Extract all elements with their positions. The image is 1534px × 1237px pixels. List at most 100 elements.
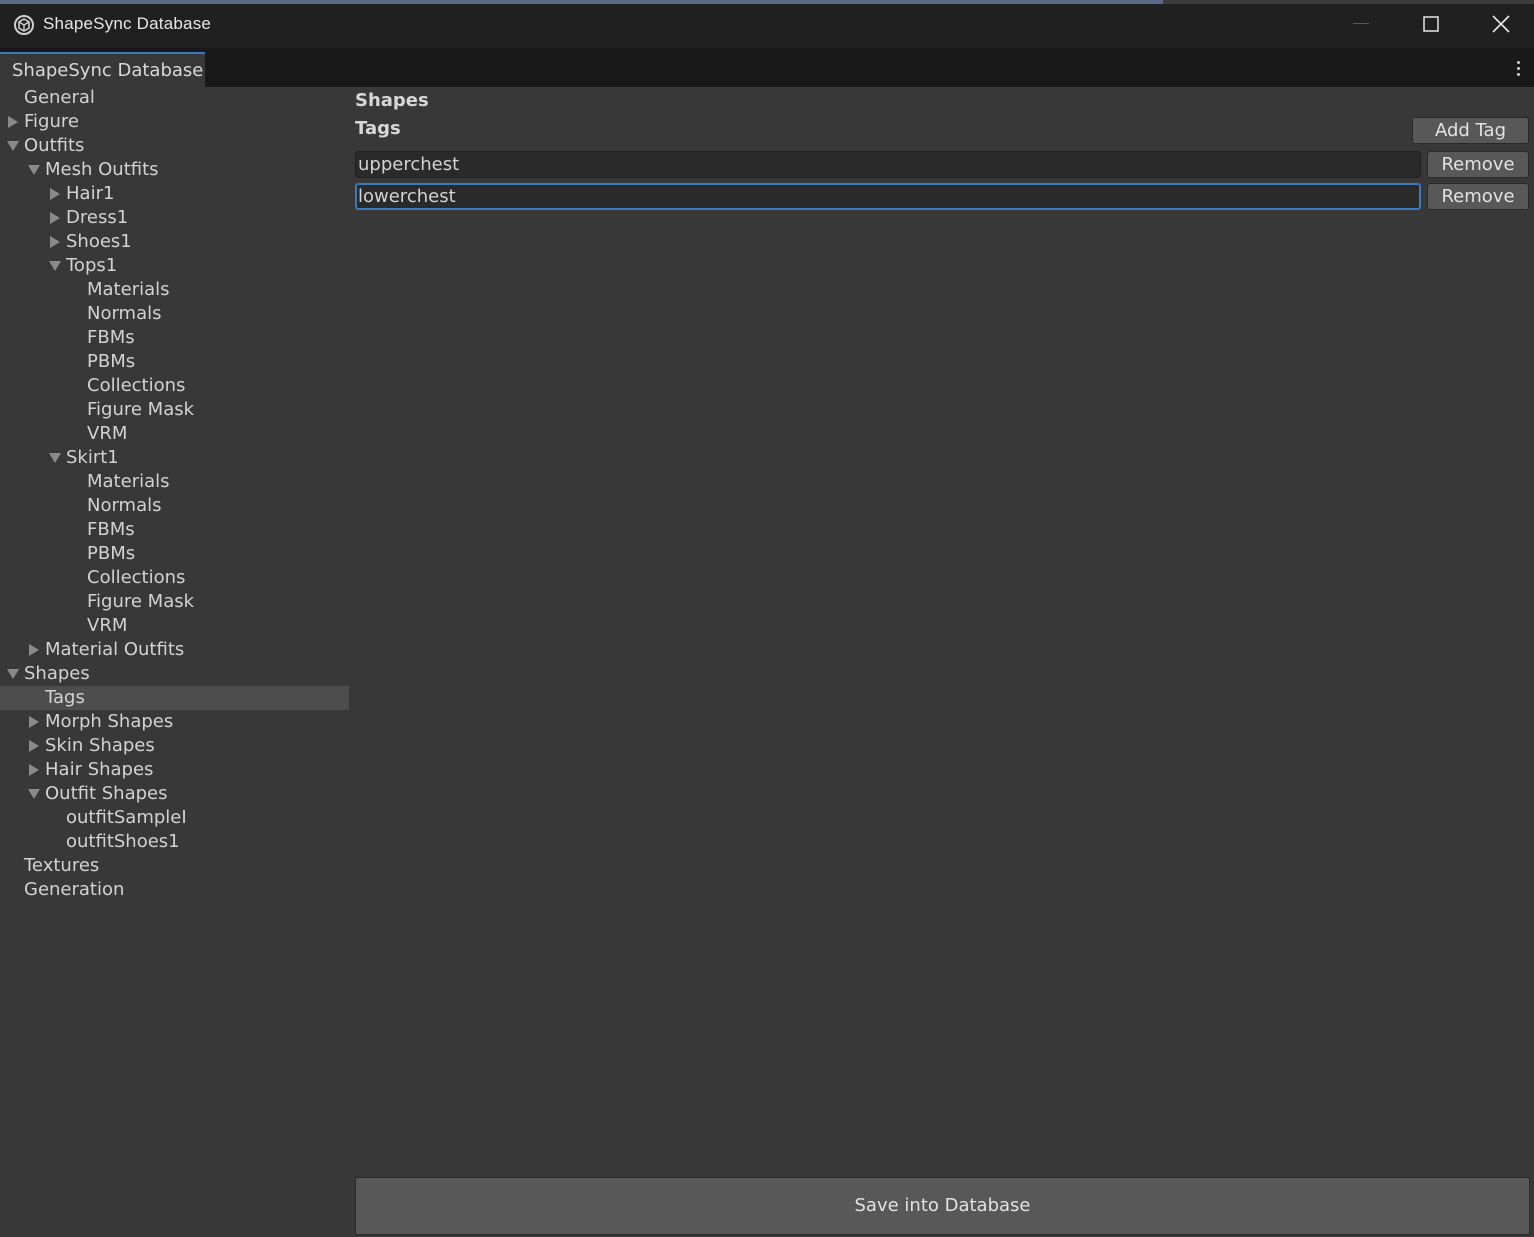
tree-item[interactable]: Tags xyxy=(0,686,349,710)
tree-item-label: Collections xyxy=(87,375,186,396)
add-tag-button[interactable]: Add Tag xyxy=(1412,117,1529,144)
tree-item[interactable]: FBMs xyxy=(0,326,349,350)
tree-item[interactable]: Materials xyxy=(0,278,349,302)
tree-item-label: Normals xyxy=(87,303,162,324)
expand-arrow-right-icon[interactable] xyxy=(6,110,20,134)
tag-input[interactable] xyxy=(355,151,1421,178)
tree-item-label: Dress1 xyxy=(66,207,129,228)
tree-item-label: Tops1 xyxy=(66,255,118,276)
tree-item-label: Figure Mask xyxy=(87,591,195,612)
navigation-tree: General Figure Outfits Mesh Outfits Hair1 Dre… xyxy=(0,86,349,902)
tree-item[interactable]: Hair1 xyxy=(0,182,349,206)
tree-item[interactable]: Mesh Outfits xyxy=(0,158,349,182)
tree-item-label: General xyxy=(24,87,95,108)
tree-item-label: Shoes1 xyxy=(66,231,132,252)
expand-arrow-down-icon[interactable] xyxy=(27,782,41,806)
expand-arrow-down-icon[interactable] xyxy=(27,158,41,182)
tree-item-label: Skin Shapes xyxy=(45,735,155,756)
tab-strip: ShapeSync Database xyxy=(0,48,1534,87)
tree-item[interactable]: Figure Mask xyxy=(0,590,349,614)
tree-item[interactable]: Morph Shapes xyxy=(0,710,349,734)
tree-item[interactable]: Shapes xyxy=(0,662,349,686)
tree-item[interactable]: Collections xyxy=(0,566,349,590)
tag-input[interactable] xyxy=(355,183,1421,210)
title-bar-accent-line xyxy=(0,0,1163,4)
tree-item-label: FBMs xyxy=(87,327,135,348)
tree-item[interactable]: FBMs xyxy=(0,518,349,542)
expand-arrow-right-icon[interactable] xyxy=(48,230,62,254)
expand-arrow-down-icon[interactable] xyxy=(6,662,20,686)
tree-item-label: Figure xyxy=(24,111,79,132)
tree-item[interactable]: Material Outfits xyxy=(0,638,349,662)
tree-item[interactable]: Collections xyxy=(0,374,349,398)
minimize-button[interactable] xyxy=(1326,0,1396,48)
tree-item[interactable]: Textures xyxy=(0,854,349,878)
tree-item-label: Materials xyxy=(87,471,170,492)
tree-item[interactable]: Normals xyxy=(0,302,349,326)
title-bar: ShapeSync Database xyxy=(0,0,1534,48)
unity-app-icon xyxy=(13,14,35,36)
remove-tag-button[interactable]: Remove xyxy=(1427,151,1529,178)
tree-item-label: outfitSampleI xyxy=(66,807,187,828)
tree-item[interactable]: VRM xyxy=(0,422,349,446)
tree-item-label: VRM xyxy=(87,423,128,444)
tree-item-label: Morph Shapes xyxy=(45,711,174,732)
tree-item[interactable]: outfitShoes1 xyxy=(0,830,349,854)
save-into-database-button[interactable]: Save into Database xyxy=(355,1177,1530,1235)
tree-item-label: Tags xyxy=(45,687,85,708)
expand-arrow-right-icon[interactable] xyxy=(48,206,62,230)
tree-item-label: Hair1 xyxy=(66,183,115,204)
tree-item-label: VRM xyxy=(87,615,128,636)
expand-arrow-down-icon[interactable] xyxy=(6,134,20,158)
close-icon xyxy=(1492,15,1510,33)
tree-item[interactable]: Outfit Shapes xyxy=(0,782,349,806)
tree-item-label: Mesh Outfits xyxy=(45,159,159,180)
tree-item-label: Generation xyxy=(24,879,125,900)
maximize-button[interactable] xyxy=(1396,0,1466,48)
expand-arrow-right-icon[interactable] xyxy=(27,734,41,758)
tree-item[interactable]: Dress1 xyxy=(0,206,349,230)
tree-item-label: Outfit Shapes xyxy=(45,783,168,804)
window-title: ShapeSync Database xyxy=(43,14,212,33)
expand-arrow-right-icon[interactable] xyxy=(48,182,62,206)
expand-arrow-down-icon[interactable] xyxy=(48,254,62,278)
tree-item[interactable]: General xyxy=(0,86,349,110)
tree-item[interactable]: Shoes1 xyxy=(0,230,349,254)
tree-item-label: Shapes xyxy=(24,663,90,684)
tree-item-label: Collections xyxy=(87,567,186,588)
tree-item-label: Textures xyxy=(24,855,100,876)
tree-item[interactable]: Figure xyxy=(0,110,349,134)
tree-item[interactable]: Figure Mask xyxy=(0,398,349,422)
maximize-icon xyxy=(1423,16,1439,32)
tree-item[interactable]: outfitSampleI xyxy=(0,806,349,830)
tree-item[interactable]: PBMs xyxy=(0,542,349,566)
tree-item-label: Outfits xyxy=(24,135,85,156)
tree-item-label: Skirt1 xyxy=(66,447,119,468)
tree-item[interactable]: Outfits xyxy=(0,134,349,158)
tab-shapesync-database[interactable]: ShapeSync Database xyxy=(0,52,205,87)
tree-item[interactable]: Hair Shapes xyxy=(0,758,349,782)
expand-arrow-right-icon[interactable] xyxy=(27,710,41,734)
section-title: Shapes xyxy=(355,90,429,111)
tree-item[interactable]: Skirt1 xyxy=(0,446,349,470)
close-button[interactable] xyxy=(1466,0,1534,48)
tree-item[interactable]: PBMs xyxy=(0,350,349,374)
expand-arrow-right-icon[interactable] xyxy=(27,758,41,782)
tree-item-label: Material Outfits xyxy=(45,639,185,660)
tree-item-label: outfitShoes1 xyxy=(66,831,180,852)
expand-arrow-right-icon[interactable] xyxy=(27,638,41,662)
tree-item[interactable]: VRM xyxy=(0,614,349,638)
expand-arrow-down-icon[interactable] xyxy=(48,446,62,470)
kebab-menu-icon[interactable] xyxy=(1508,56,1528,80)
tree-item[interactable]: Generation xyxy=(0,878,349,902)
tree-item[interactable]: Tops1 xyxy=(0,254,349,278)
tree-item[interactable]: Normals xyxy=(0,494,349,518)
tree-item[interactable]: Skin Shapes xyxy=(0,734,349,758)
tree-item-label: PBMs xyxy=(87,351,136,372)
tree-item-label: Materials xyxy=(87,279,170,300)
tree-item-label: FBMs xyxy=(87,519,135,540)
tree-item[interactable]: Materials xyxy=(0,470,349,494)
subsection-title: Tags xyxy=(355,118,401,139)
remove-tag-button[interactable]: Remove xyxy=(1427,183,1529,210)
tree-item-label: Figure Mask xyxy=(87,399,195,420)
